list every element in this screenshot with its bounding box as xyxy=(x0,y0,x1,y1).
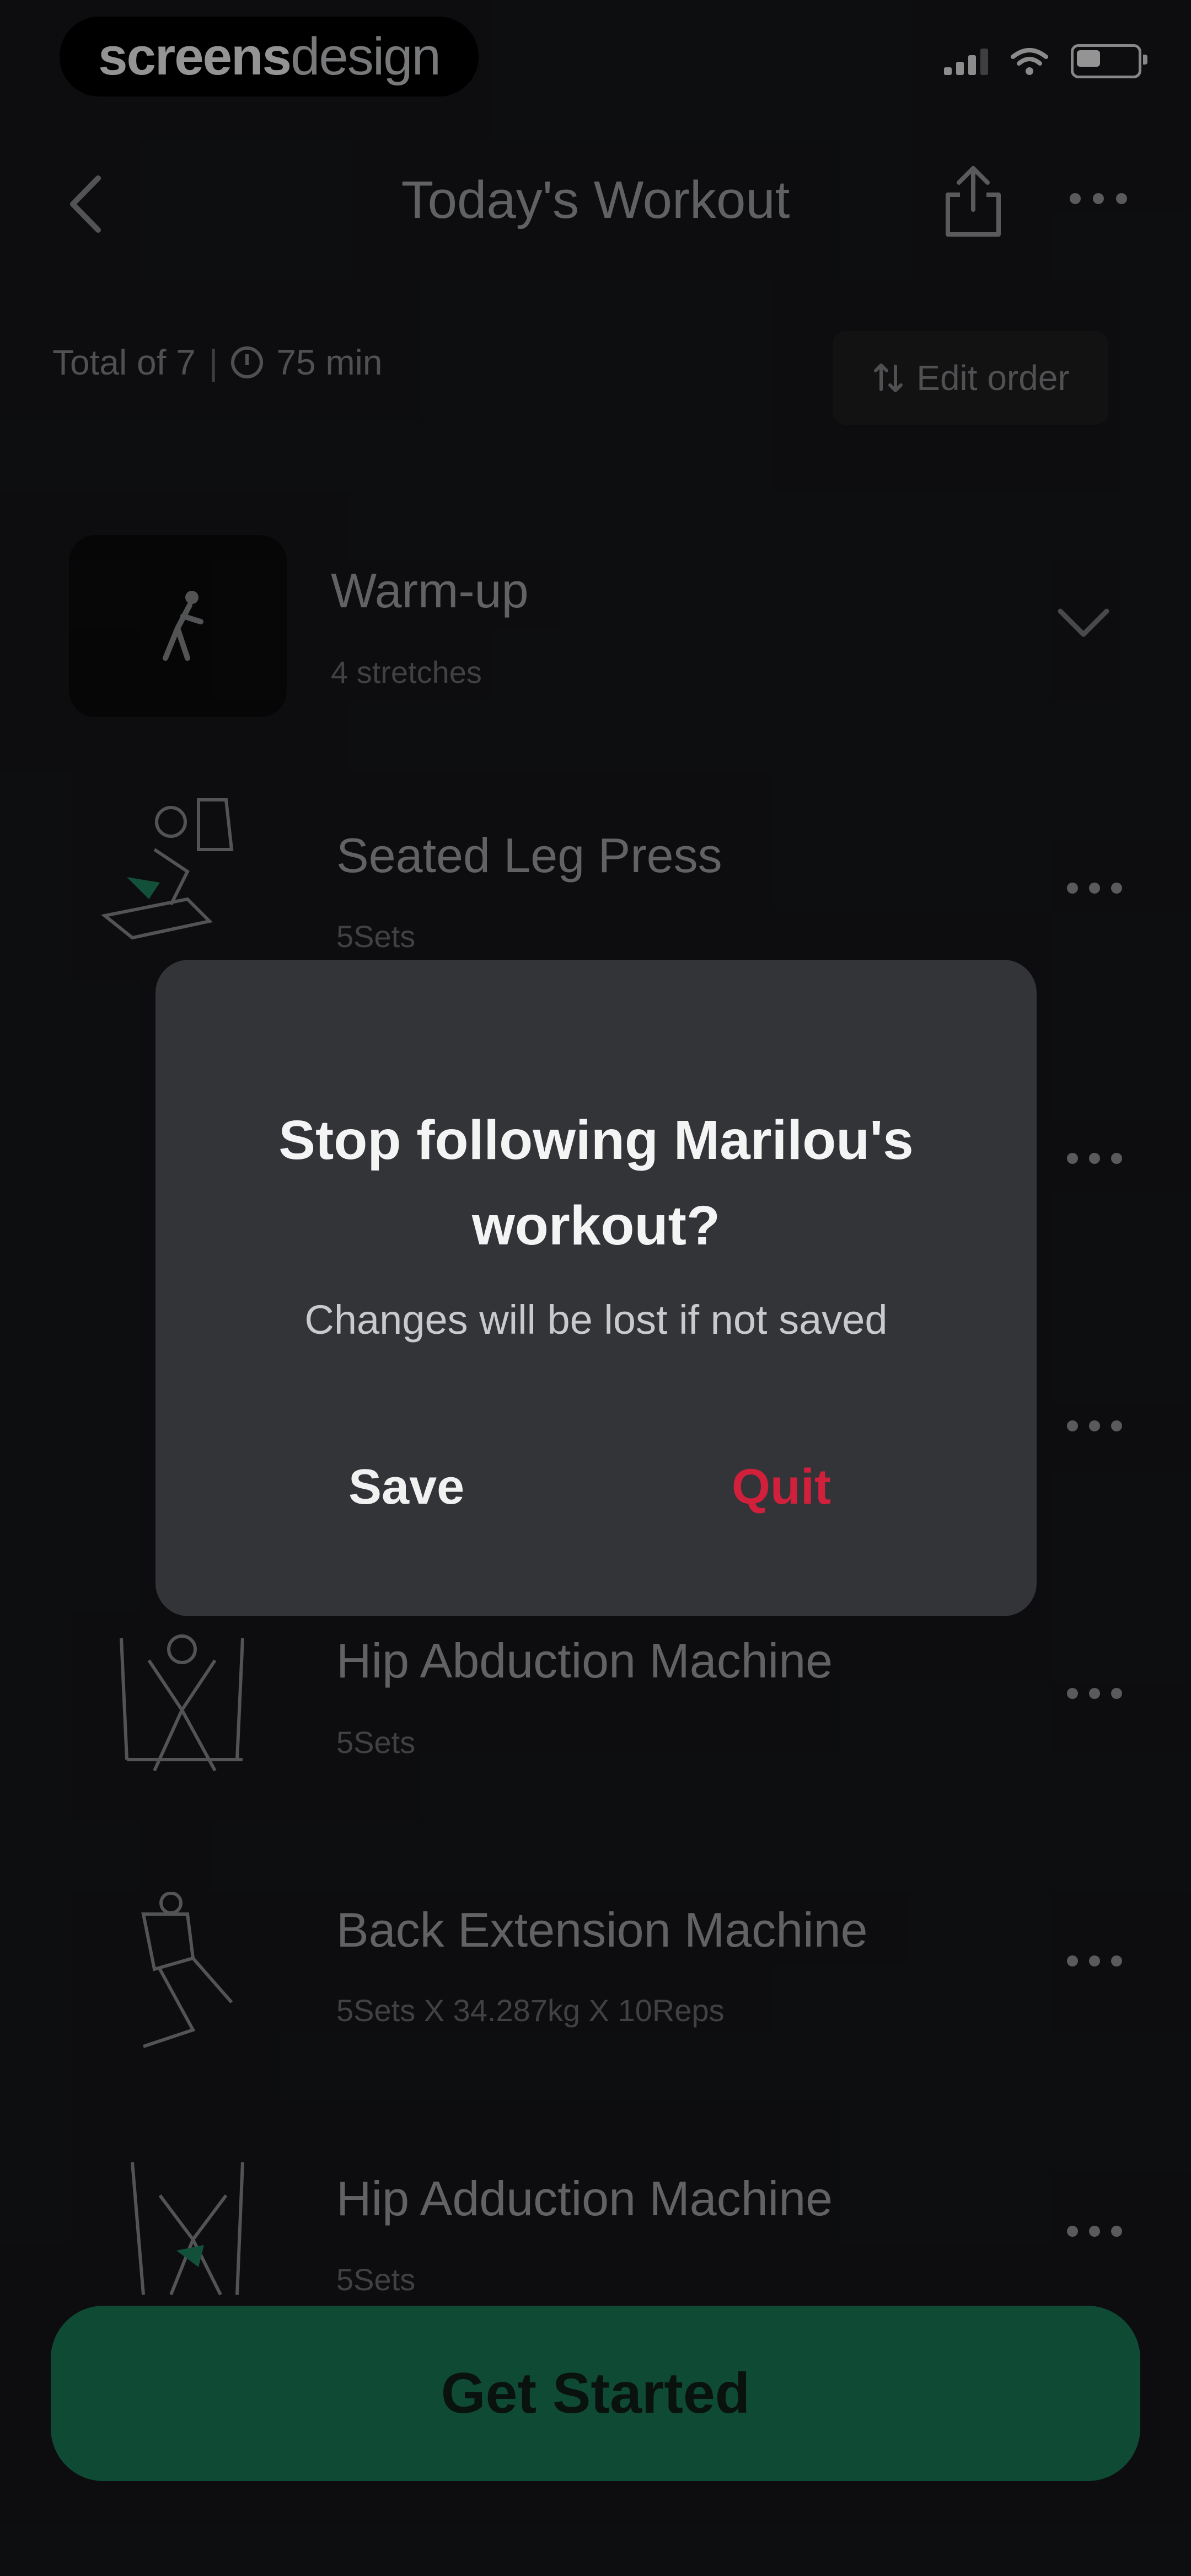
workout-screen: screensdesign Today's Workout Total of 7… xyxy=(0,0,1191,2576)
dialog-message: Changes will be lost if not saved xyxy=(304,1297,888,1343)
quit-button[interactable]: Quit xyxy=(732,1459,831,1516)
stop-following-dialog: Stop following Marilou's workout? Change… xyxy=(155,960,1037,1616)
save-button[interactable]: Save xyxy=(348,1459,464,1516)
get-started-button[interactable]: Get Started xyxy=(51,2306,1140,2481)
dialog-title: Stop following Marilou's workout? xyxy=(278,1109,914,1257)
